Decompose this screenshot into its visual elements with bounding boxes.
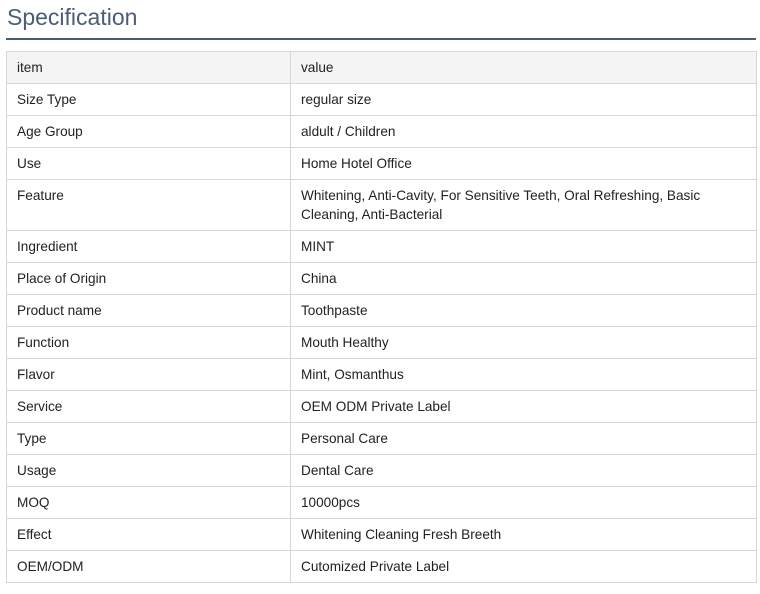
spec-table: item value Size Type regular size Age Gr… <box>6 51 757 583</box>
row-value: China <box>290 262 757 295</box>
row-value: Home Hotel Office <box>290 147 757 180</box>
row-label: MOQ <box>6 486 291 519</box>
row-value: OEM ODM Private Label <box>290 390 757 423</box>
table-row: OEM/ODM Cutomized Private Label <box>6 550 757 583</box>
row-label: Ingredient <box>6 230 291 263</box>
row-value: Whitening Cleaning Fresh Breeth <box>290 518 757 551</box>
row-value: Cutomized Private Label <box>290 550 757 583</box>
row-label: Age Group <box>6 115 291 148</box>
specification-section: Specification item value Size Type regul… <box>0 0 760 594</box>
title-divider <box>6 38 756 40</box>
row-label: Place of Origin <box>6 262 291 295</box>
row-value: aldult / Children <box>290 115 757 148</box>
row-label: Effect <box>6 518 291 551</box>
row-label: Size Type <box>6 83 291 116</box>
table-row: Function Mouth Healthy <box>6 326 757 359</box>
row-label: Type <box>6 422 291 455</box>
row-label: Usage <box>6 454 291 487</box>
table-row: Effect Whitening Cleaning Fresh Breeth <box>6 518 757 551</box>
row-value: Mouth Healthy <box>290 326 757 359</box>
table-row: Age Group aldult / Children <box>6 115 757 148</box>
row-value: MINT <box>290 230 757 263</box>
row-value: Dental Care <box>290 454 757 487</box>
row-value: Whitening, Anti-Cavity, For Sensitive Te… <box>290 179 757 231</box>
column-header-item: item <box>6 51 291 84</box>
row-label: Service <box>6 390 291 423</box>
table-row: Product name Toothpaste <box>6 294 757 327</box>
table-row: Type Personal Care <box>6 422 757 455</box>
table-row: Flavor Mint, Osmanthus <box>6 358 757 391</box>
table-row: Size Type regular size <box>6 83 757 116</box>
row-value: 10000pcs <box>290 486 757 519</box>
table-row: Service OEM ODM Private Label <box>6 390 757 423</box>
row-label: Flavor <box>6 358 291 391</box>
row-value: Toothpaste <box>290 294 757 327</box>
table-row: Feature Whitening, Anti-Cavity, For Sens… <box>6 179 757 231</box>
column-header-value: value <box>290 51 757 84</box>
row-label: Function <box>6 326 291 359</box>
row-value: regular size <box>290 83 757 116</box>
page-title: Specification <box>7 4 138 30</box>
table-header-row: item value <box>6 51 757 84</box>
row-value: Personal Care <box>290 422 757 455</box>
row-label: Use <box>6 147 291 180</box>
row-label: OEM/ODM <box>6 550 291 583</box>
row-value: Mint, Osmanthus <box>290 358 757 391</box>
table-row: Place of Origin China <box>6 262 757 295</box>
table-row: MOQ 10000pcs <box>6 486 757 519</box>
row-label: Feature <box>6 179 291 231</box>
table-row: Usage Dental Care <box>6 454 757 487</box>
table-row: Ingredient MINT <box>6 230 757 263</box>
table-row: Use Home Hotel Office <box>6 147 757 180</box>
row-label: Product name <box>6 294 291 327</box>
